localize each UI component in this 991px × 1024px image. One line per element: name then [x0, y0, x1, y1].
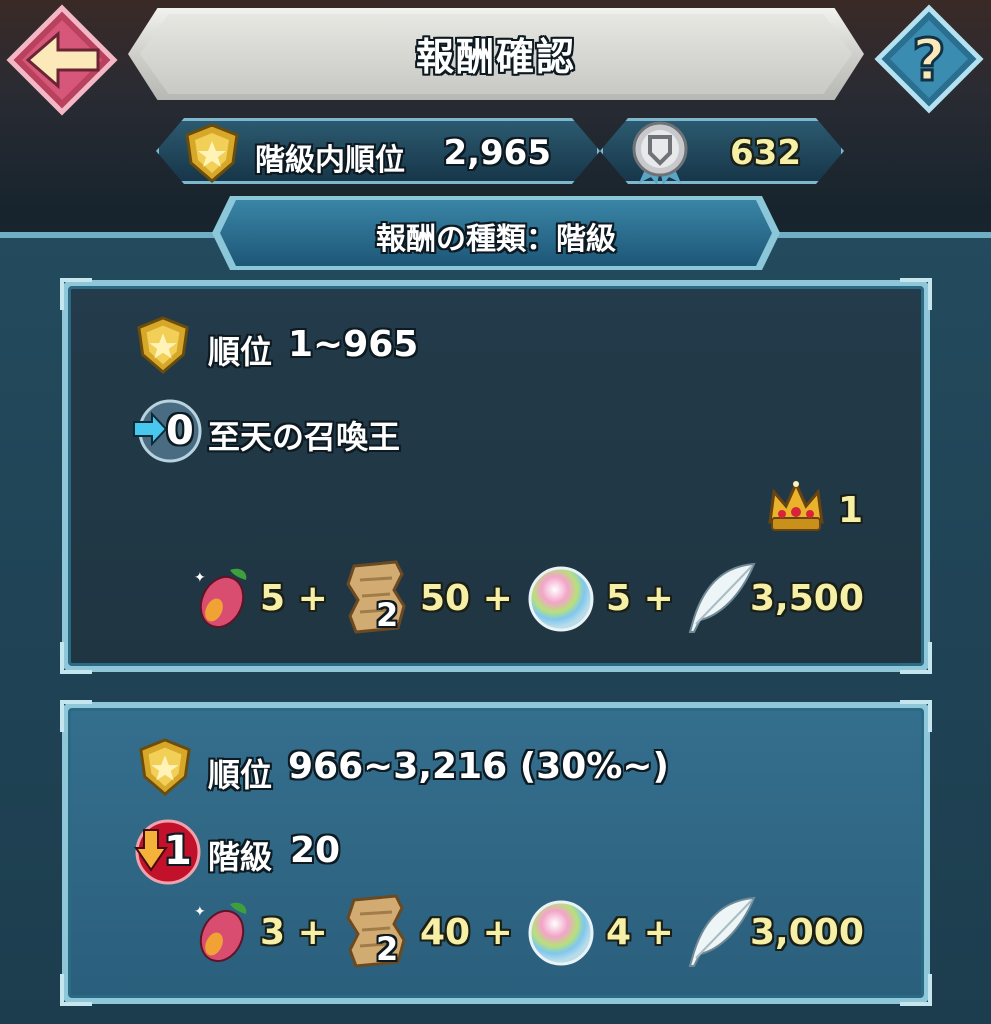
tier-1-reward-3-qty: 5 + [606, 578, 674, 619]
panel-corner [900, 278, 932, 310]
svg-text:✦: ✦ [194, 570, 206, 586]
tier-2-rank-range: 966~3,216 (30%~) [288, 746, 669, 787]
gold-rank-emblem-icon [183, 123, 241, 183]
help-button[interactable]: ? [874, 4, 984, 114]
tier-1-scroll-badge: 2 [376, 596, 399, 634]
panel-corner [60, 700, 92, 732]
page-title: 報酬確認 [415, 35, 576, 79]
feather-icon [688, 562, 756, 633]
tier-1-rank-range: 1~965 [288, 324, 419, 365]
panel-corner [60, 278, 92, 310]
panel-corner [900, 700, 932, 732]
tier-2-change-label: 階級 [208, 838, 273, 876]
silver-medal-icon [629, 121, 691, 185]
harmonic-fruit-icon: ✦ [194, 902, 247, 963]
reward-type-label: 報酬の種類：階級 [376, 222, 616, 257]
rank-stat-pill: 階級内順位 2,965 [156, 118, 600, 184]
back-button[interactable] [6, 4, 118, 116]
tier-1-change-text: 至天の召喚王 [208, 418, 401, 456]
score-stat-pill: 632 [600, 118, 844, 184]
tier-2-change-value: 20 [290, 830, 341, 871]
tier-1-change-badge: 0 [166, 408, 194, 454]
tier-2-reward-2-qty: 40 + [420, 912, 513, 953]
score-value: 632 [730, 133, 801, 173]
tier-2-reward-3-qty: 4 + [606, 912, 674, 953]
rank-value: 2,965 [443, 133, 551, 173]
panel-corner [900, 642, 932, 674]
question-mark-icon: ? [912, 26, 946, 94]
orb-icon [528, 900, 594, 966]
orb-icon [528, 566, 594, 632]
tier-1-reward-1-qty: 5 + [260, 578, 328, 619]
tier-2-rank-label: 順位 [208, 756, 273, 794]
harmonic-fruit-icon: ✦ [194, 568, 247, 629]
tier-1-rank-label: 順位 [208, 333, 273, 371]
svg-text:✦: ✦ [194, 904, 206, 920]
panel-corner [60, 974, 92, 1006]
gold-rank-emblem-icon [137, 316, 189, 374]
rank-label: 階級内順位 [255, 143, 405, 178]
panel-corner [60, 642, 92, 674]
tier-1-reward-2-qty: 50 + [420, 578, 513, 619]
feather-icon [688, 896, 756, 967]
tier-1-crown-qty: 1 [838, 490, 864, 531]
tier-1-reward-4-qty: 3,500 [750, 578, 864, 619]
tier-2-reward-4-qty: 3,000 [750, 912, 864, 953]
panel-corner [900, 974, 932, 1006]
tier-2-reward-1-qty: 3 + [260, 912, 328, 953]
tier-2-scroll-badge: 2 [376, 930, 399, 968]
gold-rank-emblem-icon [139, 738, 191, 796]
crown-icon [768, 480, 824, 531]
tier-2-change-badge: 1 [164, 828, 192, 874]
